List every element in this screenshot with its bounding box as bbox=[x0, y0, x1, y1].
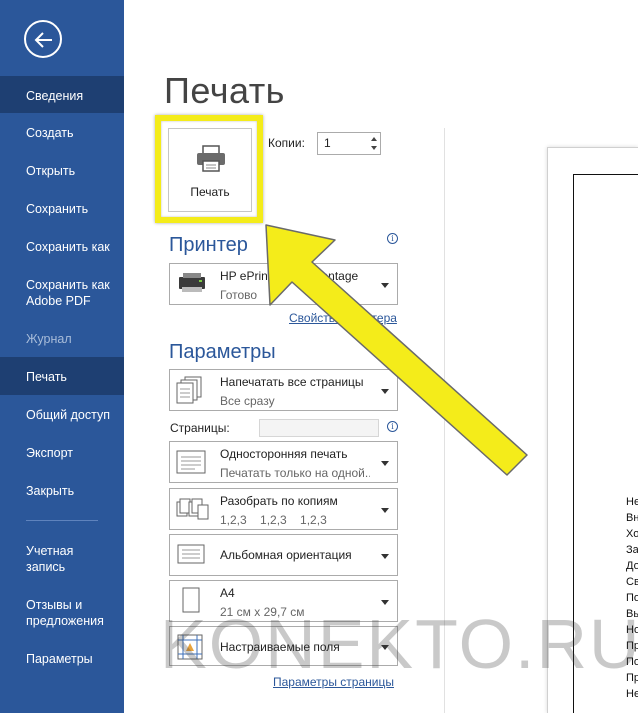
preview-text-line: Не bbox=[626, 688, 638, 700]
highlight-frame bbox=[155, 115, 263, 223]
sidebar-item-save[interactable]: Сохранить bbox=[0, 201, 124, 217]
sidebar-item-export[interactable]: Экспорт bbox=[0, 445, 124, 461]
orientation-title: Альбомная ориентация bbox=[220, 548, 352, 562]
sidebar-item-history: Журнал bbox=[26, 332, 72, 346]
collate-select[interactable]: Разобрать по копиям 1,2,3 1,2,3 1,2,3 bbox=[169, 488, 398, 530]
print-range-select[interactable]: Напечатать все страницы Все сразу bbox=[169, 369, 398, 411]
sides-title: Односторонняя печать bbox=[220, 447, 348, 461]
preview-text-line: Вн bbox=[626, 512, 638, 524]
printer-section-title: Принтер bbox=[169, 234, 248, 256]
landscape-page-icon bbox=[177, 544, 205, 564]
sidebar-item-new[interactable]: Создать bbox=[0, 125, 124, 141]
collate-subtitle: 1,2,3 1,2,3 1,2,3 bbox=[220, 513, 327, 527]
printer-device-icon bbox=[179, 273, 205, 292]
back-arrow-icon bbox=[34, 32, 52, 48]
settings-section-title: Параметры bbox=[169, 341, 276, 363]
printer-name: HP ePrint + JetAdvantage bbox=[220, 269, 359, 283]
watermark: KONEKTO.RU bbox=[160, 605, 638, 683]
sides-select[interactable]: Односторонняя печать Печатать только на … bbox=[169, 441, 398, 483]
copies-value: 1 bbox=[324, 136, 331, 150]
chevron-down-icon bbox=[381, 461, 389, 466]
collate-icon bbox=[176, 498, 209, 520]
preview-text-line: За bbox=[626, 544, 638, 556]
chevron-down-icon bbox=[381, 508, 389, 513]
preview-text-line: Не bbox=[626, 496, 638, 508]
pages-stack-icon bbox=[176, 376, 202, 404]
chevron-down-icon bbox=[381, 283, 389, 288]
one-sided-page-icon bbox=[176, 450, 206, 474]
preview-text-line: По bbox=[626, 592, 638, 604]
pages-label: Страницы: bbox=[170, 421, 230, 435]
sidebar-item-close[interactable]: Закрыть bbox=[0, 483, 124, 499]
back-button[interactable] bbox=[24, 20, 62, 58]
chevron-down-icon bbox=[381, 554, 389, 559]
copies-label: Копии: bbox=[268, 136, 305, 150]
sidebar-item-share[interactable]: Общий доступ bbox=[0, 407, 124, 423]
sidebar-item-print[interactable]: Печать bbox=[0, 357, 124, 395]
backstage-sidebar: Сведения Создать Открыть Сохранить Сохра… bbox=[0, 0, 124, 713]
sidebar-divider bbox=[26, 520, 98, 521]
preview-text-line: Св bbox=[626, 576, 638, 588]
sides-subtitle: Печатать только на одной... bbox=[220, 466, 370, 480]
print-range-subtitle: Все сразу bbox=[220, 394, 275, 408]
info-icon[interactable]: i bbox=[387, 421, 398, 432]
page-title: Печать bbox=[164, 70, 285, 111]
sidebar-item-options[interactable]: Параметры bbox=[0, 651, 124, 667]
sidebar-item-save-as[interactable]: Сохранить как bbox=[0, 239, 124, 255]
collate-title: Разобрать по копиям bbox=[220, 494, 338, 508]
sidebar-item-info[interactable]: Сведения bbox=[0, 76, 124, 113]
printer-select[interactable]: HP ePrint + JetAdvantage Готово bbox=[169, 263, 398, 305]
pages-input[interactable] bbox=[259, 419, 379, 437]
orientation-select[interactable]: Альбомная ориентация bbox=[169, 534, 398, 576]
sidebar-item-feedback[interactable]: Отзывы и предложения bbox=[0, 597, 124, 629]
spin-up-icon[interactable] bbox=[371, 137, 377, 141]
paper-size-title: A4 bbox=[220, 586, 235, 600]
sidebar-item-open[interactable]: Открыть bbox=[0, 163, 124, 179]
chevron-down-icon bbox=[381, 389, 389, 394]
printer-status: Готово bbox=[220, 288, 258, 302]
preview-text-line: До bbox=[626, 560, 638, 572]
preview-text-line: Хо bbox=[626, 528, 638, 540]
spin-down-icon[interactable] bbox=[371, 146, 377, 150]
sidebar-item-account[interactable]: Учетная запись bbox=[0, 543, 124, 575]
print-range-title: Напечатать все страницы bbox=[220, 375, 364, 389]
printer-properties-link[interactable]: Свойства принтера bbox=[289, 311, 397, 325]
info-icon[interactable]: i bbox=[387, 233, 398, 244]
copies-stepper[interactable]: 1 bbox=[317, 132, 381, 155]
sidebar-item-save-as-pdf[interactable]: Сохранить как Adobe PDF bbox=[0, 277, 124, 309]
